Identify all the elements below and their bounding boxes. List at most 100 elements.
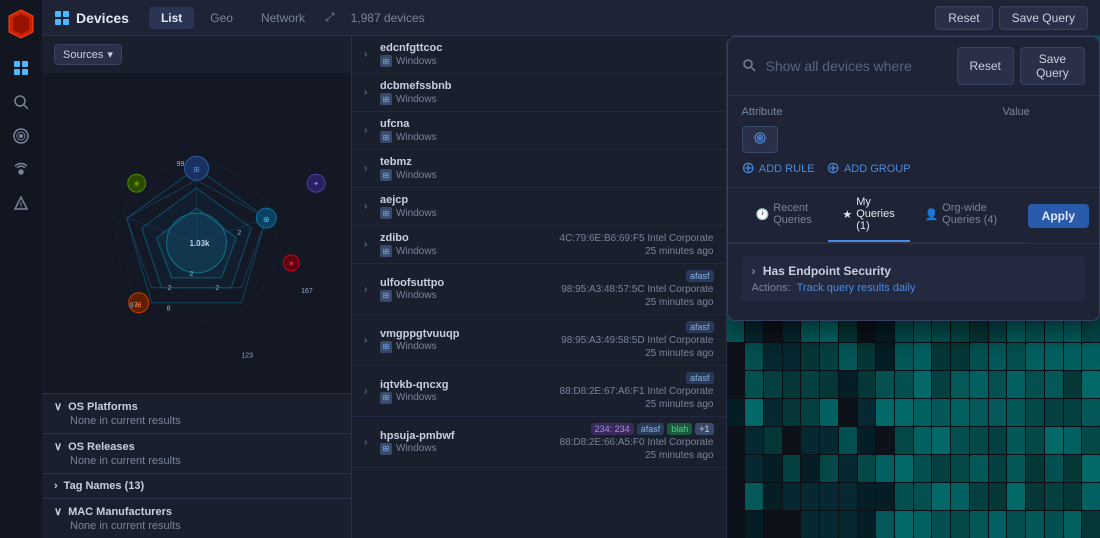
map-area: ⊞ ⊕ ✦ ⊕ ✕ ⊞ [42,73,351,393]
chevron-right-icon: › [54,480,58,492]
value-header: Value [1002,106,1029,118]
page-title-text: Devices [76,10,129,26]
device-time: 25 minutes ago [645,297,713,308]
tab-network[interactable]: Network [249,7,317,29]
save-query-button[interactable]: Save Query [999,6,1088,30]
filter-mac-manufacturers-header[interactable]: ∨ MAC Manufacturers [54,505,339,518]
nav-devices-icon[interactable] [7,54,35,82]
tab-my-queries[interactable]: ★ My Queries (1) [828,188,910,242]
filter-tag-names-header[interactable]: › Tag Names (13) [54,480,339,492]
device-expand-icon[interactable]: › [364,437,374,448]
add-group-button[interactable]: ⊕ ADD GROUP [827,161,911,177]
nav-radio-icon[interactable] [7,156,35,184]
device-row[interactable]: › iqtvkb-qncxg ⊞ Windows afasf 88:D8:2E:… [352,366,726,417]
device-expand-icon[interactable]: › [364,335,374,346]
svg-text:8: 8 [167,306,171,313]
filter-os-platforms: ∨ OS Platforms None in current results [42,393,351,433]
device-info: dcbmefssbnb ⊞ Windows [380,80,714,105]
network-icon [753,131,767,148]
device-info: zdibo ⊞ Windows [380,232,554,257]
device-os: ⊞ Windows [380,245,554,257]
device-row[interactable]: › ufcna ⊞ Windows [352,112,726,150]
device-meta: afasf 88:D8:2E:67:A6:F1 Intel Corporate … [560,372,714,410]
os-name: Windows [396,392,437,403]
attr-header: Attribute [742,106,783,118]
query-result-actions: Actions: Track query results daily [752,282,1076,294]
device-tags: afasf [686,372,714,384]
org-icon: 👤 [924,208,938,221]
query-tabs: 🕐 Recent Queries ★ My Queries (1) 👤 Org-… [728,188,1028,243]
filter-mac-manufacturers-label: MAC Manufacturers [68,506,172,518]
query-reset-button[interactable]: Reset [957,47,1014,85]
device-time: 25 minutes ago [645,399,713,410]
os-windows-icon: ⊞ [380,207,392,219]
os-name: Windows [396,341,437,352]
result-title-text: Has Endpoint Security [763,264,891,278]
device-expand-icon[interactable]: › [364,284,374,295]
device-row[interactable]: › vmgppgtvuuqp ⊞ Windows afasf 98:95:A3:… [352,315,726,366]
os-name: Windows [396,246,437,257]
device-row[interactable]: › ulfoofsuttpo ⊞ Windows afasf 98:95:A3:… [352,264,726,315]
svg-text:167: 167 [301,288,313,295]
query-input[interactable] [766,58,947,74]
device-name: dcbmefssbnb [380,80,714,92]
tab-recent-queries[interactable]: 🕐 Recent Queries [742,188,829,242]
topbar: Devices List Geo Network ⤢ 1,987 devices… [42,0,1100,36]
add-group-label: ADD GROUP [844,163,911,175]
add-rule-button[interactable]: ⊕ ADD RULE [742,161,815,177]
query-result-item: › Has Endpoint Security Actions: Track q… [742,256,1086,302]
filter-os-releases-header[interactable]: ∨ OS Releases [54,440,339,453]
sources-bar: Sources ▾ [42,36,351,73]
query-save-button[interactable]: Save Query [1020,47,1085,85]
nav-monitor-icon[interactable] [7,122,35,150]
svg-text:2: 2 [237,230,241,237]
os-windows-icon: ⊞ [380,341,392,353]
reset-button[interactable]: Reset [935,6,992,30]
device-address: 4C:79:6E:B6:69:F5 Intel Corporate [560,233,714,244]
tab-geo[interactable]: Geo [198,7,245,29]
device-tag: +1 [695,423,713,435]
svg-text:✦: ✦ [313,180,319,188]
filter-mac-manufacturers: ∨ MAC Manufacturers None in current resu… [42,498,351,538]
query-search-row: Reset Save Query [728,37,1100,96]
device-expand-icon[interactable]: › [364,386,374,397]
device-expand-icon[interactable]: › [364,163,374,174]
device-expand-icon[interactable]: › [364,125,374,136]
track-query-link[interactable]: Track query results daily [797,282,916,294]
os-windows-icon: ⊞ [380,443,392,455]
device-row[interactable]: › dcbmefssbnb ⊞ Windows [352,74,726,112]
clock-icon: 🕐 [756,208,770,221]
device-expand-icon[interactable]: › [364,49,374,60]
device-tag: afasf [686,321,714,333]
device-row[interactable]: › tebmz ⊞ Windows [352,150,726,188]
query-results: › Has Endpoint Security Actions: Track q… [728,244,1100,320]
query-box: Reset Save Query Attribute Value [727,36,1100,321]
filter-os-platforms-header[interactable]: ∨ OS Platforms [54,400,339,413]
expand-icon[interactable]: › [752,264,756,278]
device-name: tebmz [380,156,714,168]
os-windows-icon: ⊞ [380,290,392,302]
rule-attribute-box[interactable] [742,126,778,153]
device-row[interactable]: › aejcp ⊞ Windows [352,188,726,226]
nav-alerts-icon[interactable] [7,190,35,218]
app-logo[interactable] [5,8,37,40]
device-info: ulfoofsuttpo ⊞ Windows [380,277,555,302]
device-row[interactable]: › zdibo ⊞ Windows 4C:79:6E:B6:69:F5 Inte… [352,226,726,264]
device-row[interactable]: › edcnfgttcoc ⊞ Windows [352,36,726,74]
sources-button[interactable]: Sources ▾ [54,44,122,65]
device-expand-icon[interactable]: › [364,87,374,98]
svg-text:✕: ✕ [288,261,294,268]
os-name: Windows [396,290,437,301]
svg-text:97: 97 [130,303,138,310]
svg-text:⊞: ⊞ [193,165,200,174]
filter-tag-names: › Tag Names (13) [42,473,351,498]
device-expand-icon[interactable]: › [364,201,374,212]
tab-list[interactable]: List [149,7,194,29]
apply-button[interactable]: Apply [1028,204,1089,228]
expand-icon[interactable]: ⤢ [325,10,335,25]
nav-search-icon[interactable] [7,88,35,116]
os-windows-icon: ⊞ [380,93,392,105]
tab-org-queries[interactable]: 👤 Org-wide Queries (4) [910,188,1013,242]
device-row[interactable]: › hpsuja-pmbwf ⊞ Windows 234: 234afasfbl… [352,417,726,468]
device-expand-icon[interactable]: › [364,239,374,250]
